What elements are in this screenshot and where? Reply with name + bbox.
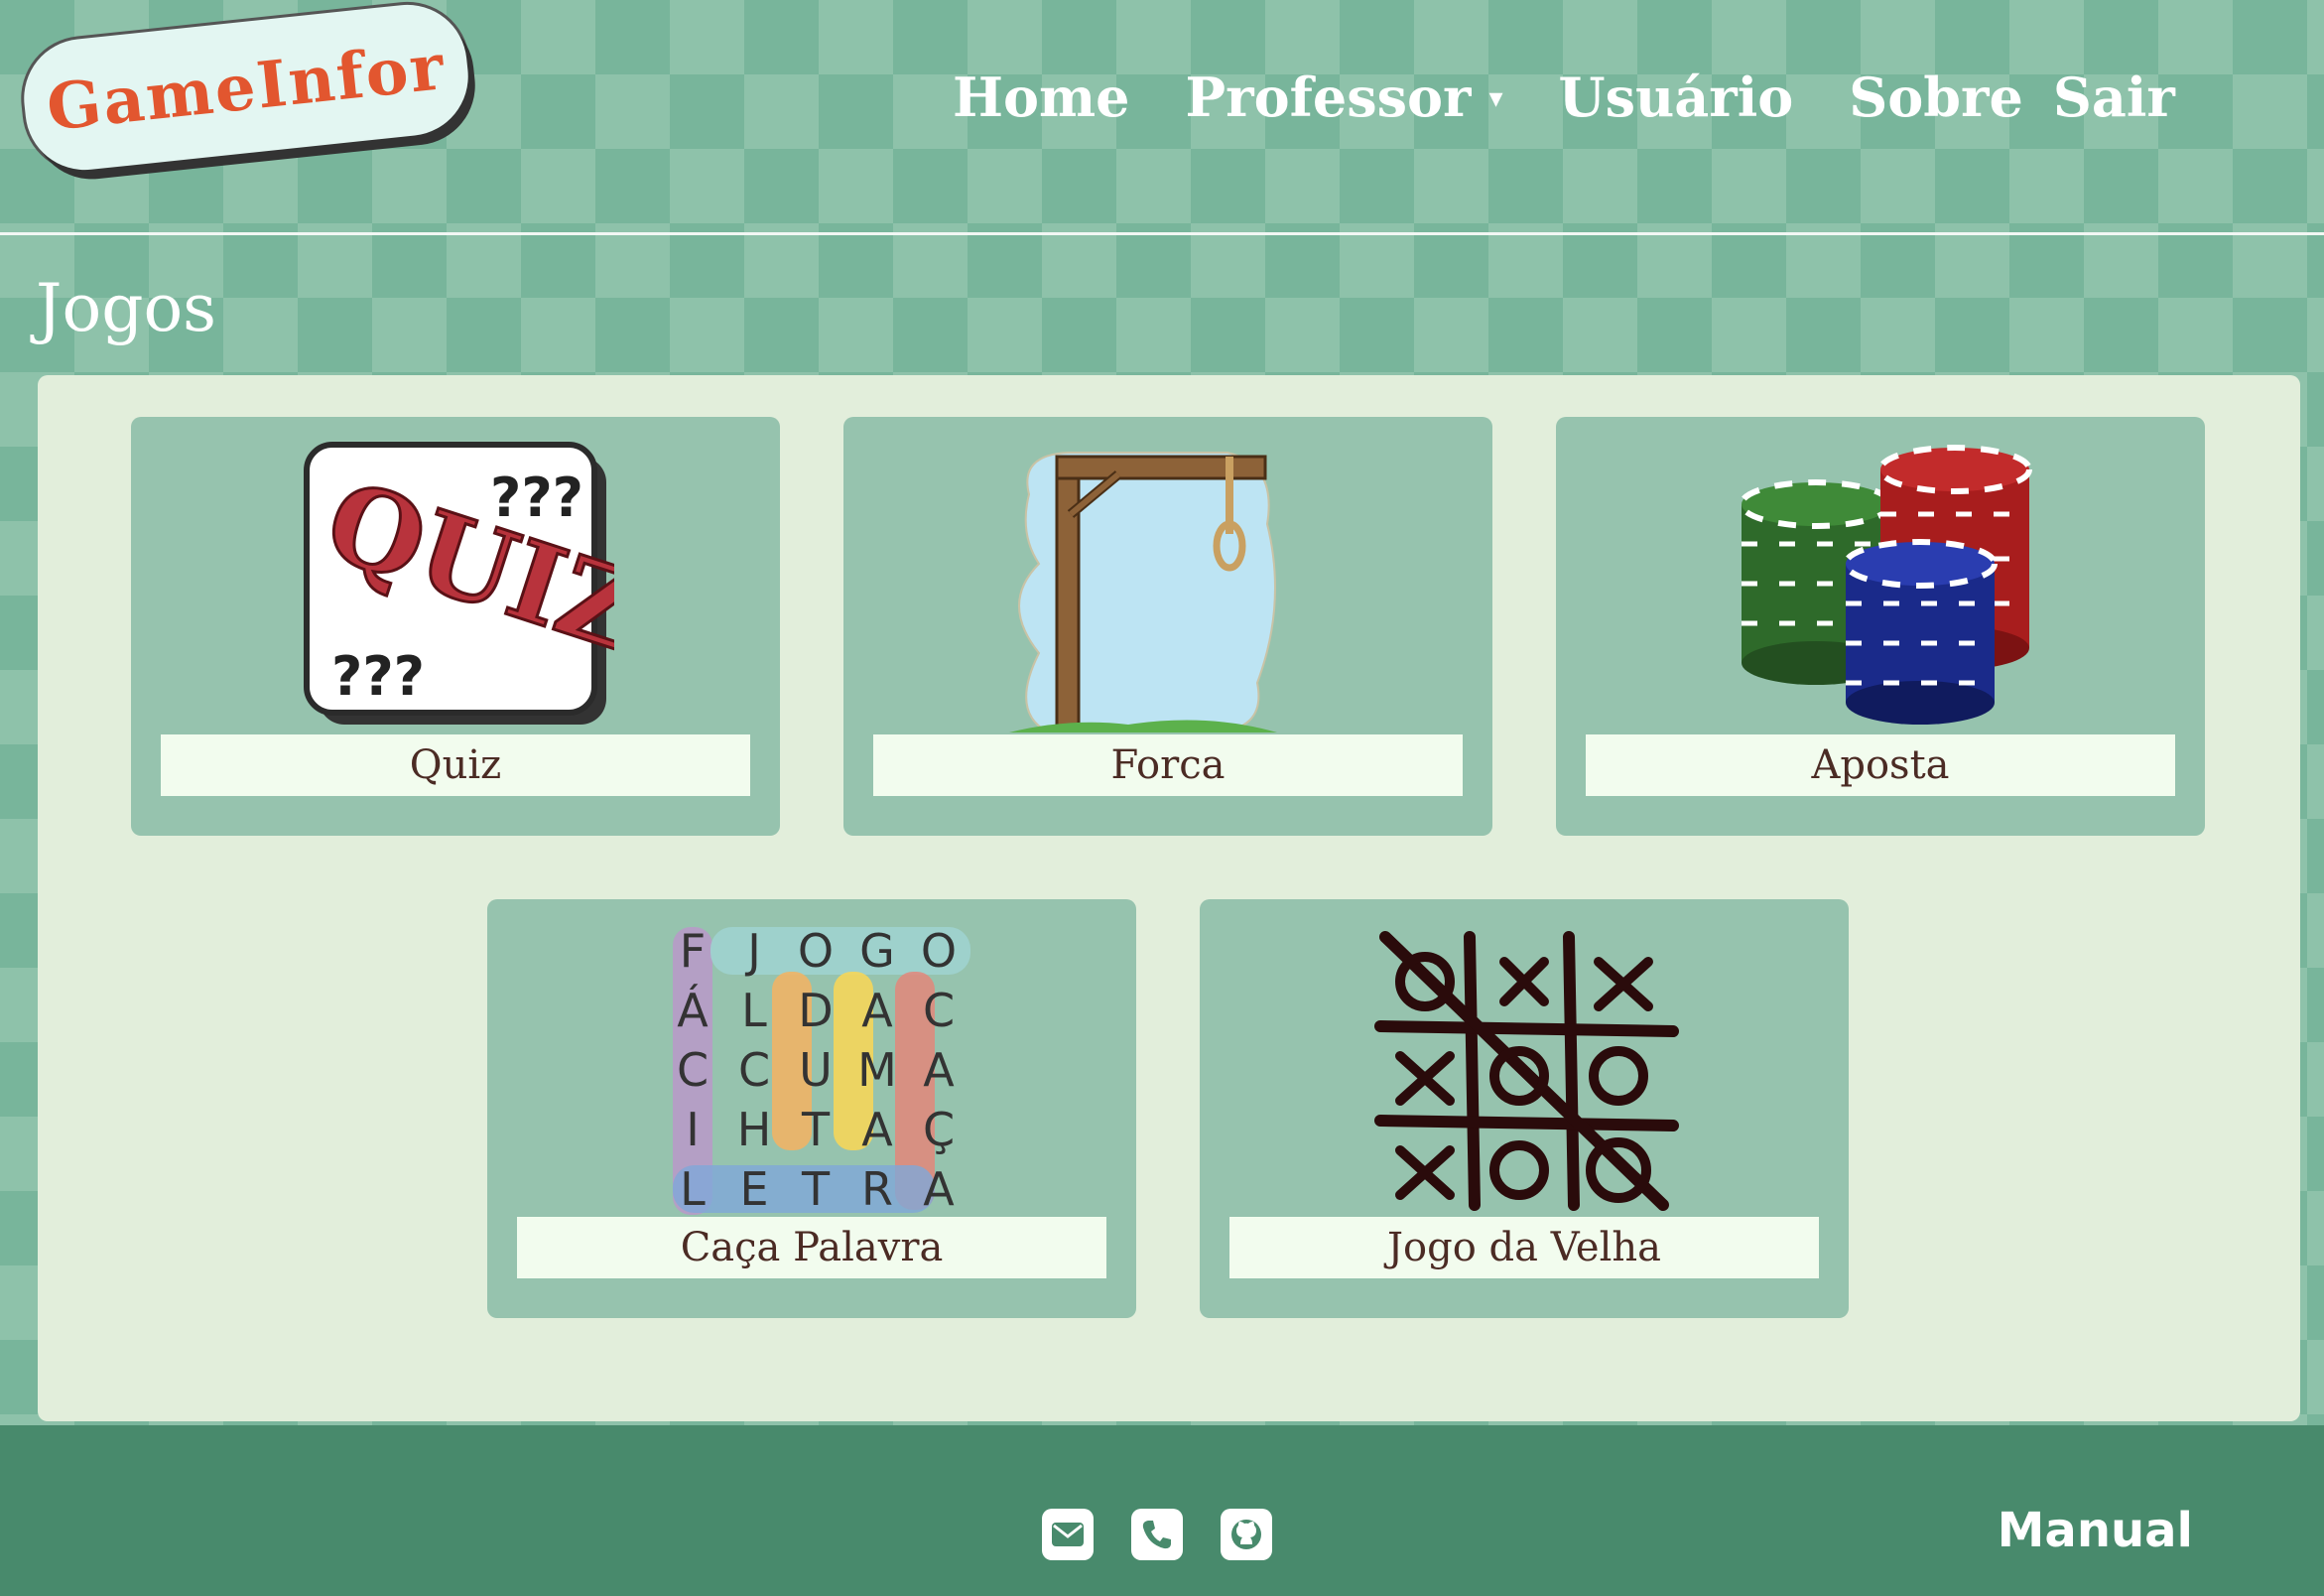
game-card-aposta[interactable]: Aposta <box>1556 417 2205 836</box>
word-search-letter: A <box>923 1162 955 1215</box>
games-panel: QUIZ ??? ??? Quiz Forca Aposta F J O G O… <box>38 375 2300 1421</box>
game-label: Aposta <box>1586 734 2175 796</box>
game-label: Jogo da Velha <box>1229 1217 1819 1278</box>
word-search-letter: M <box>857 1043 897 1097</box>
logo[interactable]: GameInfor <box>18 0 474 177</box>
word-search-letter: E <box>739 1162 768 1215</box>
logo-text: GameInfor <box>43 29 450 146</box>
word-search-letter: A <box>861 1103 893 1156</box>
word-search-letter: O <box>921 924 957 978</box>
nav-professor-label: Professor <box>1185 66 1472 129</box>
word-search-letter: J <box>744 924 761 978</box>
game-card-forca[interactable]: Forca <box>843 417 1492 836</box>
word-search-letter: T <box>801 1162 831 1215</box>
header-divider <box>0 232 2324 235</box>
game-label: Forca <box>873 734 1463 796</box>
question-marks-top: ??? <box>490 466 583 529</box>
word-search-icon: F J O G OÁ L D A CC C U M AI H T A ÇL E T R A <box>673 924 970 1215</box>
tic-tac-toe-icon <box>1374 931 1679 1211</box>
word-search-letter: A <box>923 1043 955 1097</box>
word-search-letter: C <box>923 984 955 1037</box>
main-nav: Home Professor ▾ Usuário Sobre Sair <box>953 58 2231 137</box>
github-icon[interactable] <box>1221 1509 1272 1560</box>
game-card-caca-palavra[interactable]: FJOGOÁLDACCCUMAIHTAÇLETRA Caça Palavra <box>487 899 1136 1318</box>
quiz-icon: QUIZ ??? ??? <box>304 442 614 725</box>
nav-usuario[interactable]: Usuário <box>1559 66 1794 129</box>
footer-icons <box>1042 1509 1272 1560</box>
word-search-letter: L <box>680 1162 706 1215</box>
word-search-letter: H <box>737 1103 772 1156</box>
nav-professor[interactable]: Professor ▾ <box>1186 66 1503 129</box>
nav-sair[interactable]: Sair <box>2053 66 2175 129</box>
word-search-letter: D <box>798 984 833 1037</box>
game-label: Caça Palavra <box>517 1217 1106 1278</box>
word-search-letter: Á <box>677 984 709 1037</box>
blue-chip-stack <box>1843 539 1998 725</box>
chevron-down-icon: ▾ <box>1488 80 1503 114</box>
word-search-letter: R <box>861 1162 893 1215</box>
question-marks-bottom: ??? <box>331 645 425 708</box>
word-search-letter: C <box>738 1043 770 1097</box>
word-search-letter: A <box>861 984 893 1037</box>
word-search-letter: I <box>686 1103 700 1156</box>
email-icon[interactable] <box>1042 1509 1094 1560</box>
word-search-letter: F <box>680 924 706 978</box>
page-title: Jogos <box>36 270 217 346</box>
word-search-letter: G <box>859 924 895 978</box>
word-search-letter: U <box>799 1043 833 1097</box>
nav-sobre[interactable]: Sobre <box>1849 66 2023 129</box>
nav-home[interactable]: Home <box>953 66 1130 129</box>
word-search-letter: C <box>677 1043 709 1097</box>
game-label: Quiz <box>161 734 750 796</box>
manual-link[interactable]: Manual <box>1998 1503 2193 1558</box>
poker-chips-icon <box>1739 445 2032 725</box>
phone-icon[interactable] <box>1131 1509 1183 1560</box>
word-search-letter: T <box>801 1103 831 1156</box>
game-card-jogo-da-velha[interactable]: Jogo da Velha <box>1200 899 1849 1318</box>
gallows-icon <box>1009 452 1277 732</box>
word-search-letter: L <box>741 984 767 1037</box>
word-search-letter: O <box>798 924 834 978</box>
word-search-letter: Ç <box>923 1103 955 1156</box>
game-card-quiz[interactable]: QUIZ ??? ??? Quiz <box>131 417 780 836</box>
footer: Manual <box>0 1425 2324 1596</box>
